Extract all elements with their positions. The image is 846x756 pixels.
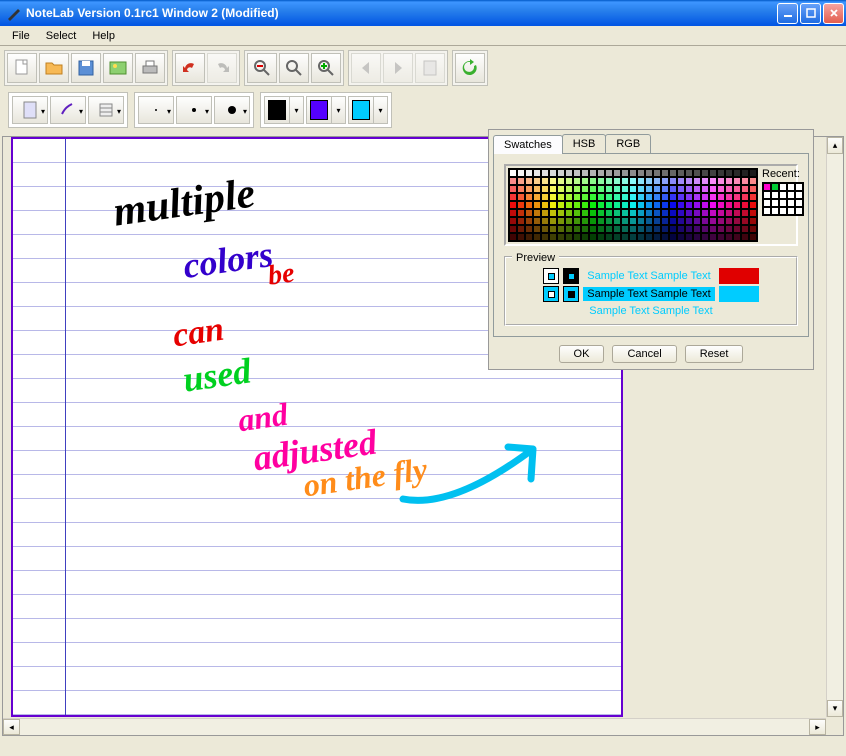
preview-label: Preview [512,252,559,264]
title-bar: NoteLab Version 0.1rc1 Window 2 (Modifie… [0,0,846,26]
recent-colors[interactable] [762,182,804,216]
menu-help[interactable]: Help [84,28,123,44]
save-button[interactable] [71,53,101,83]
minimize-button[interactable] [777,3,798,24]
image-button[interactable] [103,53,133,83]
close-button[interactable] [823,3,844,24]
pen-size-3-button[interactable] [214,96,250,124]
scroll-down-button[interactable]: ▾ [827,700,843,717]
color-3-dropdown[interactable]: ▾ [374,96,388,124]
print-button[interactable] [135,53,165,83]
preview-swatch [543,268,559,284]
zoom-out-button[interactable] [247,53,277,83]
workspace: multiplecolorsbecanusedandadjustedon the… [2,136,844,736]
maximize-button[interactable] [800,3,821,24]
menu-select[interactable]: Select [38,28,85,44]
pen-button[interactable] [50,96,86,124]
refresh-button[interactable] [455,53,485,83]
color-picker-dialog: Swatches HSB RGB Recent: Preview Sample … [488,129,814,370]
scroll-left-button[interactable]: ◂ [3,719,20,735]
zoom-fit-button[interactable] [279,53,309,83]
pen-size-2-button[interactable] [176,96,212,124]
color-3-button[interactable] [348,96,374,124]
preview-panel: Preview Sample Text Sample Text Sample T… [504,256,798,326]
app-icon [6,5,22,21]
arrow-drawing [393,429,593,519]
scroll-up-button[interactable]: ▴ [827,137,843,154]
horizontal-scrollbar[interactable]: ◂ ▸ [3,718,826,735]
scroll-right-button[interactable]: ▸ [809,719,826,735]
handwriting: be [266,257,297,292]
preview-text: Sample Text Sample Text [583,269,714,283]
margin-line [65,139,66,715]
color-2-dropdown[interactable]: ▾ [332,96,346,124]
tab-hsb[interactable]: HSB [562,134,607,153]
menu-file[interactable]: File [4,28,38,44]
tab-swatches[interactable]: Swatches [493,135,563,154]
window-title: NoteLab Version 0.1rc1 Window 2 (Modifie… [26,6,775,20]
vertical-scrollbar[interactable]: ▴ ▾ [826,137,843,717]
color-1-button[interactable] [264,96,290,124]
preview-text: Sample Text Sample Text [585,304,716,318]
preview-swatch [719,286,759,302]
ok-button[interactable]: OK [559,345,605,363]
handwriting: can [171,311,227,356]
redo-button [207,53,237,83]
new-button[interactable] [7,53,37,83]
new-page-button [415,53,445,83]
next-page-button [383,53,413,83]
preview-swatch [563,286,579,302]
preview-text: Sample Text Sample Text [583,287,714,301]
preview-swatch [563,268,579,284]
prev-page-button [351,53,381,83]
preview-swatch [543,286,559,302]
zoom-in-button[interactable] [311,53,341,83]
cancel-button[interactable]: Cancel [612,345,676,363]
color-2-button[interactable] [306,96,332,124]
reset-button[interactable]: Reset [685,345,744,363]
preview-swatch [719,268,759,284]
tab-rgb[interactable]: RGB [605,134,651,153]
recent-label: Recent: [762,168,804,180]
main-toolbar [0,46,846,90]
eraser-button[interactable] [88,96,124,124]
open-button[interactable] [39,53,69,83]
page-button[interactable] [12,96,48,124]
pen-size-1-button[interactable] [138,96,174,124]
color-1-dropdown[interactable]: ▾ [290,96,304,124]
swatch-grid[interactable] [508,168,758,242]
menu-bar: File Select Help [0,26,846,46]
undo-button[interactable] [175,53,205,83]
